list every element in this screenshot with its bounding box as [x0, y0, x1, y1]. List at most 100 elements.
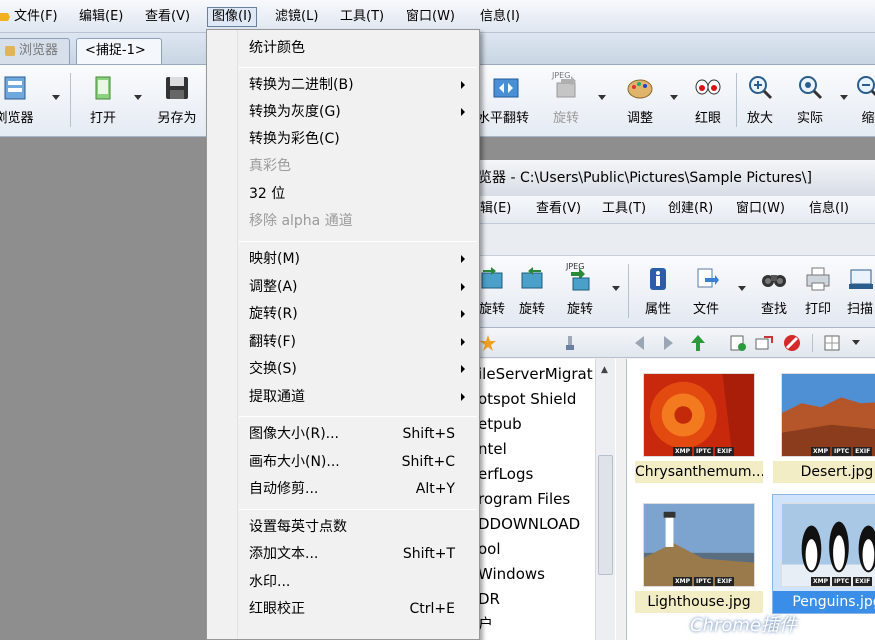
menu-item-add-text[interactable]: 添加文本... Shift+T — [207, 541, 479, 567]
print-button[interactable]: 打印 — [796, 262, 840, 322]
xmp-badge: XMP — [811, 447, 830, 456]
folder-tree-item[interactable]: etpub — [478, 412, 522, 437]
menu-item-convert-grayscale[interactable]: 转换为灰度(G) — [207, 99, 479, 125]
open-dropdown-icon[interactable] — [134, 95, 142, 100]
folder-tree-item[interactable]: DDOWNLOAD — [478, 512, 580, 537]
rotate-dropdown-icon[interactable] — [612, 286, 620, 291]
file-button-label: 文件 — [692, 302, 719, 317]
menu-item-auto-crop[interactable]: 自动修剪... Alt+Y — [207, 476, 479, 502]
stop-icon[interactable] — [782, 333, 802, 353]
folder-tree-item[interactable]: ileServerMigrat — [478, 362, 593, 387]
folder-tree-item[interactable]: otspot Shield — [478, 387, 576, 412]
menu-item-flip[interactable]: 翻转(F) — [207, 329, 479, 355]
forward-arrow-icon[interactable] — [658, 333, 678, 353]
inner-jpeg-label: JPEG — [566, 262, 585, 271]
find-button[interactable]: 查找 — [752, 262, 796, 322]
thumbnail-item[interactable]: XMP IPTC EXIF Desert.jpg — [773, 365, 875, 483]
save-as-button[interactable]: 另存为 — [151, 71, 203, 131]
folder-tree-item[interactable]: ntel — [478, 437, 507, 462]
scan-button[interactable]: 扫描 — [838, 262, 875, 322]
menu-item-map[interactable]: 映射(M) — [207, 246, 479, 272]
menu-item-label: 映射(M) — [249, 251, 301, 267]
browser-dropdown-icon[interactable] — [52, 95, 60, 100]
browser-menu-info[interactable]: 信息(I) — [805, 199, 853, 219]
properties-button[interactable]: 属性 — [636, 262, 680, 322]
browser-menu-view[interactable]: 查看(V) — [532, 199, 585, 219]
zoom-dropdown-icon[interactable] — [840, 95, 848, 100]
menu-image[interactable]: 图像(I) — [207, 7, 257, 27]
menu-item-extract-channel[interactable]: 提取通道 — [207, 384, 479, 410]
tab-capture-label: <捕捉-1> — [85, 43, 146, 58]
browser-menu-create[interactable]: 创建(R) — [664, 199, 717, 219]
thumbnail-pane: XMP IPTC EXIF Chrysanthemum... XMP IPTC … — [626, 359, 875, 640]
view-mode-icon[interactable] — [822, 333, 842, 353]
red-eye-button[interactable]: 红眼 — [682, 71, 734, 131]
adjust-button[interactable]: 调整 — [614, 71, 666, 131]
folder-tree-scrollbar[interactable]: ▲ — [595, 359, 615, 640]
menu-tools[interactable]: 工具(T) — [336, 7, 388, 27]
favorites-star-icon[interactable] — [478, 333, 498, 353]
menu-item-rotate[interactable]: 旋转(R) — [207, 301, 479, 327]
flip-horizontal-button[interactable]: 水平翻转 — [477, 71, 535, 131]
move-icon[interactable] — [754, 333, 774, 353]
menu-info[interactable]: 信息(I) — [476, 7, 524, 27]
folder-tree-item[interactable]: erfLogs — [478, 462, 533, 487]
menu-item-adjust[interactable]: 调整(A) — [207, 274, 479, 300]
rotate-dropdown-icon[interactable] — [598, 95, 606, 100]
refresh-folder-icon[interactable] — [728, 333, 748, 353]
adjust-dropdown-icon[interactable] — [670, 95, 678, 100]
properties-button-label: 属性 — [644, 302, 671, 317]
thumbnail-item-selected[interactable]: XMP IPTC EXIF Penguins.jpg — [772, 494, 875, 614]
menu-item-convert-binary[interactable]: 转换为二进制(B) — [207, 72, 479, 98]
browser-menu-window[interactable]: 窗口(W) — [732, 199, 789, 219]
menu-item-watermark[interactable]: 水印... — [207, 569, 479, 595]
menu-edit[interactable]: 编辑(E) — [75, 7, 127, 27]
file-button[interactable]: 文件 — [684, 262, 728, 322]
rotate-right-button[interactable]: 旋转 — [510, 262, 554, 322]
menu-item-image-size[interactable]: 图像大小(R)... Shift+S — [207, 421, 479, 447]
rotate-button[interactable]: JPEG 旋转 — [540, 71, 592, 131]
folder-tree-item[interactable]: ool — [478, 537, 501, 562]
tab-capture[interactable]: <捕捉-1> — [76, 38, 162, 64]
file-dropdown-icon[interactable] — [738, 286, 746, 291]
tab-browser[interactable]: 浏览器 — [0, 38, 70, 64]
iptc-badge: IPTC — [832, 447, 852, 456]
folder-tree-item[interactable]: Windows — [478, 562, 545, 587]
scroll-up-icon[interactable]: ▲ — [601, 365, 608, 375]
menu-item-32-bit[interactable]: 32 位 — [207, 181, 479, 207]
menu-item-swap[interactable]: 交换(S) — [207, 356, 479, 382]
thumbnail-caption: Chrysanthemum... — [635, 461, 763, 483]
menu-file[interactable]: 文件(F) — [10, 7, 62, 27]
folder-tree-icon[interactable] — [560, 333, 580, 353]
menu-item-convert-color[interactable]: 转换为彩色(C) — [207, 126, 479, 152]
menu-item-canvas-size[interactable]: 画布大小(N)... Shift+C — [207, 449, 479, 475]
thumbnail-item[interactable]: XMP IPTC EXIF Lighthouse.jpg — [635, 495, 763, 613]
menu-view[interactable]: 查看(V) — [141, 7, 194, 27]
back-arrow-icon[interactable] — [630, 333, 650, 353]
folder-tree-item[interactable]: DR — [478, 587, 500, 612]
menu-separator — [239, 509, 477, 510]
open-button[interactable]: 打开 — [77, 71, 129, 131]
browser-menu-edit[interactable]: 辑(E) — [476, 199, 515, 219]
view-mode-dropdown-icon[interactable] — [852, 340, 860, 345]
iptc-badge: IPTC — [694, 577, 714, 586]
menu-item-color-statistics[interactable]: 统计颜色 — [207, 35, 479, 61]
folder-tree-item[interactable]: rogram Files — [478, 487, 570, 512]
parent-folder-icon[interactable] — [688, 333, 708, 353]
iptc-badge: IPTC — [832, 577, 852, 586]
zoom-out-button[interactable]: 缩 — [848, 71, 875, 131]
menu-window[interactable]: 窗口(W) — [402, 7, 459, 27]
zoom-in-button[interactable]: 放大 — [734, 71, 786, 131]
browser-menu-tools[interactable]: 工具(T) — [598, 199, 650, 219]
thumbnail-item[interactable]: XMP IPTC EXIF Chrysanthemum... — [635, 365, 763, 483]
red-eye-button-label: 红眼 — [694, 111, 721, 126]
browser-button[interactable]: 浏览器 — [0, 71, 40, 131]
menu-item-set-dpi[interactable]: 设置每英寸点数 — [207, 514, 479, 540]
scrollbar-thumb[interactable] — [598, 455, 613, 575]
lossless-rotate-button[interactable]: JPEG 旋转 — [558, 262, 602, 322]
menu-item-red-eye-correction[interactable]: 红眼校正 Ctrl+E — [207, 596, 479, 622]
menu-filter[interactable]: 滤镜(L) — [271, 7, 322, 27]
actual-size-button[interactable]: 实际 — [784, 71, 836, 131]
folder-tree-item[interactable]: 户 — [478, 612, 493, 637]
scan-button-label: 扫描 — [846, 302, 873, 317]
